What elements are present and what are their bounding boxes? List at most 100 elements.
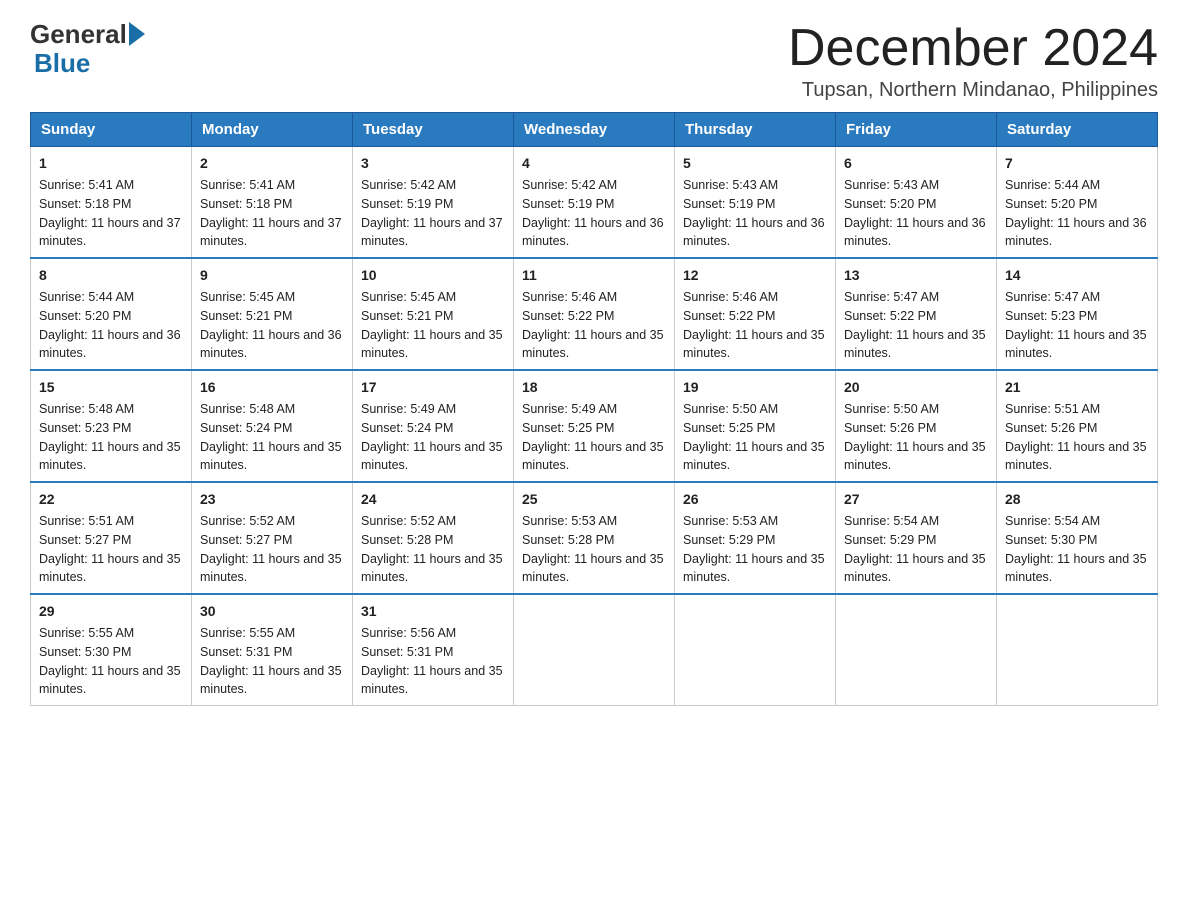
table-row [675,594,836,706]
sunrise-label: Sunrise: 5:49 AM [522,402,617,416]
day-number: 16 [200,377,344,398]
sunset-label: Sunset: 5:26 PM [844,421,936,435]
sunrise-label: Sunrise: 5:51 AM [1005,402,1100,416]
day-number: 23 [200,489,344,510]
day-number: 2 [200,153,344,174]
sunset-label: Sunset: 5:31 PM [200,645,292,659]
sunset-label: Sunset: 5:26 PM [1005,421,1097,435]
logo: General Blue [30,20,147,77]
day-number: 8 [39,265,183,286]
table-row: 28 Sunrise: 5:54 AM Sunset: 5:30 PM Dayl… [997,482,1158,594]
day-number: 29 [39,601,183,622]
table-row: 27 Sunrise: 5:54 AM Sunset: 5:29 PM Dayl… [836,482,997,594]
sunrise-label: Sunrise: 5:48 AM [39,402,134,416]
sunset-label: Sunset: 5:19 PM [522,197,614,211]
day-number: 30 [200,601,344,622]
table-row: 24 Sunrise: 5:52 AM Sunset: 5:28 PM Dayl… [353,482,514,594]
table-row: 25 Sunrise: 5:53 AM Sunset: 5:28 PM Dayl… [514,482,675,594]
sunset-label: Sunset: 5:23 PM [39,421,131,435]
table-row [997,594,1158,706]
table-row: 3 Sunrise: 5:42 AM Sunset: 5:19 PM Dayli… [353,147,514,259]
day-number: 13 [844,265,988,286]
table-row: 14 Sunrise: 5:47 AM Sunset: 5:23 PM Dayl… [997,258,1158,370]
col-sunday: Sunday [31,113,192,147]
sunrise-label: Sunrise: 5:54 AM [1005,514,1100,528]
calendar-week-row: 8 Sunrise: 5:44 AM Sunset: 5:20 PM Dayli… [31,258,1158,370]
sunset-label: Sunset: 5:28 PM [522,533,614,547]
daylight-label: Daylight: 11 hours and 35 minutes. [200,440,342,473]
daylight-label: Daylight: 11 hours and 36 minutes. [1005,216,1147,249]
col-monday: Monday [192,113,353,147]
sunrise-label: Sunrise: 5:54 AM [844,514,939,528]
table-row: 21 Sunrise: 5:51 AM Sunset: 5:26 PM Dayl… [997,370,1158,482]
sunrise-label: Sunrise: 5:49 AM [361,402,456,416]
table-row [836,594,997,706]
table-row: 12 Sunrise: 5:46 AM Sunset: 5:22 PM Dayl… [675,258,836,370]
sunset-label: Sunset: 5:20 PM [39,309,131,323]
col-friday: Friday [836,113,997,147]
sunset-label: Sunset: 5:30 PM [39,645,131,659]
table-row: 8 Sunrise: 5:44 AM Sunset: 5:20 PM Dayli… [31,258,192,370]
sunset-label: Sunset: 5:23 PM [1005,309,1097,323]
day-number: 24 [361,489,505,510]
table-row: 11 Sunrise: 5:46 AM Sunset: 5:22 PM Dayl… [514,258,675,370]
day-number: 3 [361,153,505,174]
table-row: 1 Sunrise: 5:41 AM Sunset: 5:18 PM Dayli… [31,147,192,259]
table-row: 23 Sunrise: 5:52 AM Sunset: 5:27 PM Dayl… [192,482,353,594]
daylight-label: Daylight: 11 hours and 35 minutes. [844,440,986,473]
sunset-label: Sunset: 5:24 PM [200,421,292,435]
sunset-label: Sunset: 5:20 PM [844,197,936,211]
logo-text-blue: Blue [30,49,147,78]
table-row: 16 Sunrise: 5:48 AM Sunset: 5:24 PM Dayl… [192,370,353,482]
daylight-label: Daylight: 11 hours and 36 minutes. [683,216,825,249]
daylight-label: Daylight: 11 hours and 35 minutes. [683,440,825,473]
sunrise-label: Sunrise: 5:45 AM [200,290,295,304]
day-number: 6 [844,153,988,174]
day-number: 4 [522,153,666,174]
daylight-label: Daylight: 11 hours and 35 minutes. [39,664,181,697]
daylight-label: Daylight: 11 hours and 37 minutes. [200,216,342,249]
day-number: 31 [361,601,505,622]
sunset-label: Sunset: 5:31 PM [361,645,453,659]
daylight-label: Daylight: 11 hours and 35 minutes. [1005,552,1147,585]
table-row [514,594,675,706]
sunset-label: Sunset: 5:21 PM [200,309,292,323]
sunset-label: Sunset: 5:27 PM [200,533,292,547]
table-row: 10 Sunrise: 5:45 AM Sunset: 5:21 PM Dayl… [353,258,514,370]
daylight-label: Daylight: 11 hours and 35 minutes. [522,440,664,473]
daylight-label: Daylight: 11 hours and 35 minutes. [1005,328,1147,361]
day-number: 1 [39,153,183,174]
table-row: 26 Sunrise: 5:53 AM Sunset: 5:29 PM Dayl… [675,482,836,594]
calendar-week-row: 15 Sunrise: 5:48 AM Sunset: 5:23 PM Dayl… [31,370,1158,482]
table-row: 13 Sunrise: 5:47 AM Sunset: 5:22 PM Dayl… [836,258,997,370]
daylight-label: Daylight: 11 hours and 37 minutes. [361,216,503,249]
sunset-label: Sunset: 5:24 PM [361,421,453,435]
daylight-label: Daylight: 11 hours and 35 minutes. [200,664,342,697]
sunrise-label: Sunrise: 5:46 AM [522,290,617,304]
sunrise-label: Sunrise: 5:52 AM [361,514,456,528]
table-row: 17 Sunrise: 5:49 AM Sunset: 5:24 PM Dayl… [353,370,514,482]
day-number: 7 [1005,153,1149,174]
sunrise-label: Sunrise: 5:41 AM [200,178,295,192]
sunrise-label: Sunrise: 5:45 AM [361,290,456,304]
table-row: 2 Sunrise: 5:41 AM Sunset: 5:18 PM Dayli… [192,147,353,259]
sunrise-label: Sunrise: 5:48 AM [200,402,295,416]
calendar-week-row: 29 Sunrise: 5:55 AM Sunset: 5:30 PM Dayl… [31,594,1158,706]
day-number: 15 [39,377,183,398]
day-number: 10 [361,265,505,286]
table-row: 18 Sunrise: 5:49 AM Sunset: 5:25 PM Dayl… [514,370,675,482]
calendar-week-row: 22 Sunrise: 5:51 AM Sunset: 5:27 PM Dayl… [31,482,1158,594]
calendar-header-row: Sunday Monday Tuesday Wednesday Thursday… [31,113,1158,147]
daylight-label: Daylight: 11 hours and 35 minutes. [844,552,986,585]
day-number: 11 [522,265,666,286]
col-tuesday: Tuesday [353,113,514,147]
sunrise-label: Sunrise: 5:55 AM [39,626,134,640]
table-row: 15 Sunrise: 5:48 AM Sunset: 5:23 PM Dayl… [31,370,192,482]
daylight-label: Daylight: 11 hours and 36 minutes. [200,328,342,361]
title-block: December 2024 Tupsan, Northern Mindanao,… [788,20,1158,102]
sunrise-label: Sunrise: 5:41 AM [39,178,134,192]
sunset-label: Sunset: 5:25 PM [522,421,614,435]
sunrise-label: Sunrise: 5:43 AM [683,178,778,192]
day-number: 28 [1005,489,1149,510]
daylight-label: Daylight: 11 hours and 35 minutes. [522,328,664,361]
